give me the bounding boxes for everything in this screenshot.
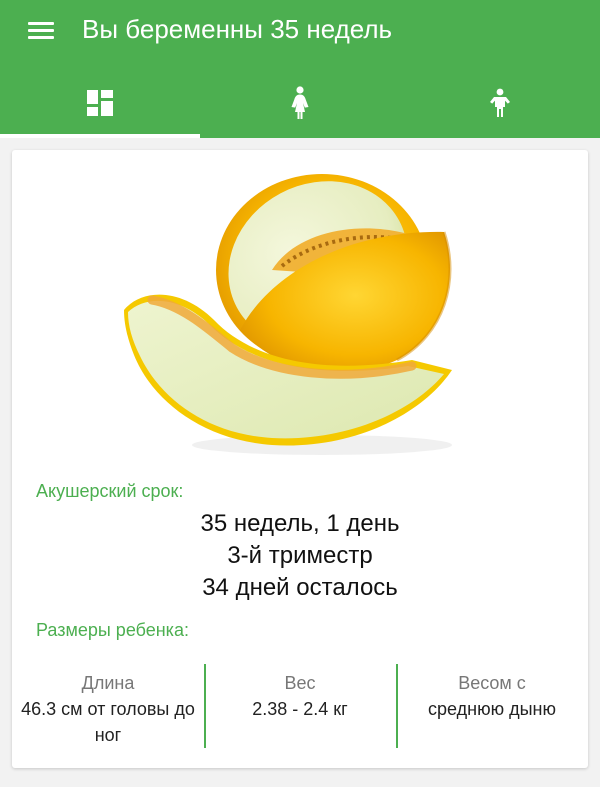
trimester: 3-й триместр	[227, 542, 373, 569]
tab-dashboard[interactable]	[0, 68, 200, 138]
term-info: 35 недель, 1 день 3-й триместр 34 дней о…	[12, 508, 588, 604]
baby-stats: Длина 46.3 см от головы до ног Вес 2.38 …	[12, 664, 588, 748]
stat-label: Весом с	[458, 673, 526, 693]
info-card: Акушерский срок: 35 недель, 1 день 3-й т…	[12, 150, 588, 768]
stat-value: 2.38 - 2.4 кг	[252, 699, 348, 719]
hamburger-line	[28, 29, 54, 32]
menu-button[interactable]	[22, 18, 58, 42]
stat-length: Длина 46.3 см от головы до ног	[12, 664, 204, 748]
dashboard-icon	[87, 90, 113, 116]
stat-label: Длина	[81, 673, 135, 693]
hamburger-line	[28, 36, 54, 39]
melon-illustration	[124, 174, 452, 455]
stat-weight: Вес 2.38 - 2.4 кг	[204, 664, 396, 748]
hamburger-menu-icon	[28, 22, 54, 25]
tab-baby[interactable]	[400, 68, 600, 138]
page-title: Вы беременны 35 недель	[82, 14, 393, 44]
tab-bar	[0, 68, 600, 138]
stat-value: среднюю дыню	[428, 699, 556, 719]
term-label: Акушерский срок:	[36, 481, 184, 501]
stat-value: 46.3 см от головы до ног	[21, 699, 195, 745]
child-icon	[490, 88, 510, 117]
stat-comparison: Весом с среднюю дыню	[396, 664, 588, 748]
tab-mother[interactable]	[200, 68, 400, 138]
term-weeks: 35 недель, 1 день	[200, 510, 400, 537]
days-left: 34 дней осталось	[202, 574, 398, 601]
size-label: Размеры ребенка:	[36, 620, 189, 640]
pregnant-woman-icon	[291, 86, 309, 119]
stat-label: Вес	[284, 673, 316, 693]
app-bar: Вы беременны 35 недель	[0, 0, 600, 138]
